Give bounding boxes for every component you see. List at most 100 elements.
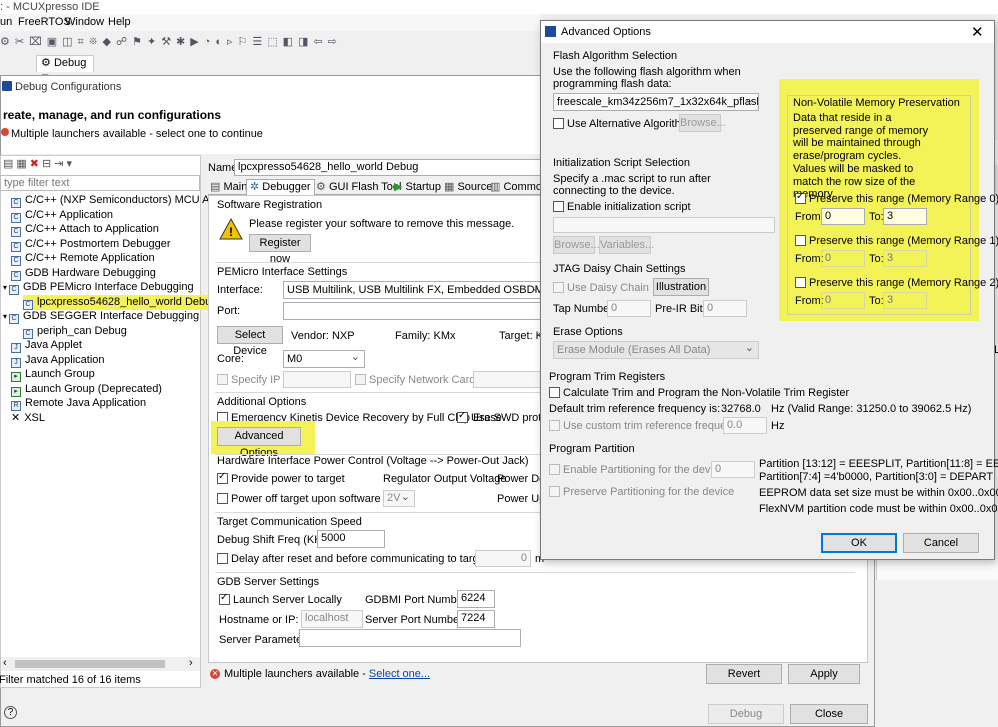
revert-button[interactable]: Revert: [706, 664, 782, 684]
partition-field[interactable]: 0: [711, 461, 755, 478]
ip-field[interactable]: [283, 371, 351, 388]
help-icon[interactable]: ?: [4, 706, 17, 719]
specify-ip-checkbox[interactable]: Specify IP: [217, 374, 281, 386]
tree-item-periph-can[interactable]: Cperiph_can Debug: [23, 324, 127, 339]
range1-to-field[interactable]: 3: [883, 250, 927, 267]
gdbmi-port-field[interactable]: 6224: [457, 590, 495, 608]
illustration-button[interactable]: Illustration: [653, 278, 709, 296]
range0-from-field[interactable]: 0: [821, 208, 865, 225]
power-off-checkbox[interactable]: Power off target upon software exit: [217, 493, 401, 505]
register-now-button[interactable]: Register now: [249, 234, 311, 265]
debug-tab-icon: ⚙: [41, 57, 51, 69]
tab-startup[interactable]: ▶ Startup: [394, 180, 441, 193]
chevron-down-icon[interactable]: ▾: [3, 283, 7, 292]
range1-checkbox[interactable]: Preserve this range (Memory Range 1): [795, 235, 998, 247]
delay-field[interactable]: 0: [475, 550, 531, 567]
variables-button[interactable]: Variables...: [599, 236, 654, 254]
debug-button[interactable]: Debug: [708, 704, 784, 724]
filter-input[interactable]: type filter text: [0, 175, 200, 191]
range1-from-field[interactable]: 0: [821, 250, 865, 267]
toolbar-icons[interactable]: ⚙✂⌧▣◫⌗⛯◆☍⚑✦⚒✱▶◔◐▹⚐☰⬚◧◨⇦⇨: [0, 36, 342, 48]
chevron-down-icon[interactable]: ▾: [3, 312, 7, 321]
range0-checkbox[interactable]: Preserve this range (Memory Range 0): [795, 191, 998, 205]
preserve-partition-checkbox[interactable]: Preserve Partitioning for the device: [549, 486, 734, 498]
use-swd-checkbox[interactable]: Use SWD protoco: [457, 412, 545, 424]
tree-item-gdb-pemicro[interactable]: ▾ C GDB PEMicro Interface Debugging: [3, 280, 194, 295]
horizontal-scrollbar[interactable]: ‹ ›: [1, 657, 200, 671]
calc-trim-checkbox[interactable]: Calculate Trim and Program the Non-Volat…: [549, 387, 849, 399]
provide-power-checkbox[interactable]: Provide power to target: [217, 471, 345, 485]
launch-server-checkbox[interactable]: Launch Server Locally: [219, 592, 342, 606]
range0-to-field[interactable]: 3: [883, 208, 927, 225]
server-params-field[interactable]: [299, 629, 521, 647]
daisy-chain-checkbox[interactable]: Use Daisy Chain: [553, 282, 649, 294]
flash-algorithm-select[interactable]: freescale_km34z256m7_1x32x64k_pflash.arp: [553, 93, 759, 111]
dialog-heading: reate, manage, and run configurations: [3, 108, 222, 122]
tree-item-gdb-hardware[interactable]: C GDB Hardware Debugging: [11, 266, 156, 281]
freq-field[interactable]: 5000: [317, 530, 385, 548]
enable-partition-checkbox[interactable]: Enable Partitioning for the device: [549, 464, 724, 476]
tree-item-hello-world-debug[interactable]: Clpcxpresso54628_hello_world Debug: [23, 295, 222, 310]
network-card-field[interactable]: [473, 371, 545, 388]
advanced-options-button[interactable]: Advanced Options: [217, 427, 301, 459]
tab-source[interactable]: ▦ Source: [444, 180, 492, 193]
voltage-select[interactable]: 2V: [383, 490, 415, 507]
tree-toolbar[interactable]: ▤▦✖⊟⇥▾: [3, 157, 75, 170]
erase-select[interactable]: Erase Module (Erases All Data): [553, 341, 759, 359]
tree-item-cpp-postmortem[interactable]: C C/C++ Postmortem Debugger: [11, 237, 171, 252]
tree-item-nxp-mcu[interactable]: C C/C++ (NXP Semiconductors) MCU Applic: [11, 193, 232, 208]
interface-select[interactable]: USB Multilink, USB Multilink FX, Embedde…: [283, 281, 545, 299]
range2-to-field[interactable]: 3: [883, 292, 927, 309]
cancel-button[interactable]: Cancel: [903, 533, 979, 553]
scroll-thumb[interactable]: [15, 660, 165, 668]
menu-help[interactable]: Help: [108, 16, 131, 28]
dialog-subtitle: Multiple launchers available - select on…: [11, 128, 263, 140]
specify-network-card-checkbox[interactable]: Specify Network Card IP: [355, 374, 489, 386]
range0-from-label: From:: [795, 211, 824, 223]
tab-debugger[interactable]: ✲ Debugger: [246, 179, 315, 195]
select-one-link[interactable]: Select one...: [369, 668, 430, 680]
tree-item-launch-group-deprecated[interactable]: ▸ Launch Group (Deprecated): [11, 382, 162, 397]
range2-checkbox[interactable]: Preserve this range (Memory Range 2): [795, 277, 998, 289]
scroll-right-icon[interactable]: ›: [189, 657, 193, 669]
custom-trim-field[interactable]: 0.0: [723, 417, 767, 434]
tree-item-gdb-segger[interactable]: ▾ C GDB SEGGER Interface Debugging: [3, 309, 199, 324]
tree-item-java-app[interactable]: J Java Application: [11, 353, 105, 368]
tree-item-xsl[interactable]: ✕ XSL: [11, 411, 45, 426]
ide-titlebar: [0, 0, 998, 14]
tree-item-java-applet[interactable]: J Java Applet: [11, 338, 82, 353]
tree-item-cpp-remote[interactable]: C C/C++ Remote Application: [11, 251, 155, 266]
tab-gui-flash-tool[interactable]: ⚙ GUI Flash Tool: [316, 180, 402, 193]
enable-init-checkbox[interactable]: Enable initialization script: [553, 201, 691, 213]
init-script-field[interactable]: [553, 217, 775, 233]
host-field[interactable]: localhost: [301, 610, 363, 628]
tap-field[interactable]: 0: [607, 300, 651, 317]
delay-checkbox[interactable]: Delay after reset and before communicati…: [217, 553, 504, 565]
preir-field[interactable]: 0: [703, 300, 747, 317]
menu-window[interactable]: Window: [65, 16, 104, 28]
port-select[interactable]: [283, 302, 545, 320]
advanced-titlebar: Advanced Options ✕: [541, 21, 994, 43]
scroll-left-icon[interactable]: ‹: [3, 657, 7, 669]
alt-algorithm-checkbox[interactable]: Use Alternative Algorithm: [553, 118, 690, 130]
flash-browse-button[interactable]: Browse...: [679, 114, 726, 132]
close-button[interactable]: Close: [790, 704, 868, 724]
init-browse-button[interactable]: Browse...: [553, 236, 600, 254]
menu-run[interactable]: un: [0, 16, 12, 28]
name-field[interactable]: lpcxpresso54628_hello_world Debug: [234, 159, 554, 176]
tree-item-remote-java[interactable]: R Remote Java Application: [11, 396, 146, 411]
custom-trim-checkbox[interactable]: Use custom trim reference frequency:: [549, 420, 746, 432]
close-icon[interactable]: ✕: [971, 23, 984, 41]
debug-perspective-tab[interactable]: ⚙ Debug ☒: [36, 55, 94, 83]
server-port-field[interactable]: 7224: [457, 610, 495, 628]
tree-item-cpp-attach[interactable]: C C/C++ Attach to Application: [11, 222, 159, 237]
tree-item-launch-group[interactable]: ▸ Launch Group: [11, 367, 95, 382]
tab-main[interactable]: ▤ Main: [210, 180, 247, 193]
ok-button[interactable]: OK: [821, 533, 897, 553]
select-device-button[interactable]: Select Device: [217, 326, 283, 357]
range2-from-field[interactable]: 0: [821, 292, 865, 309]
tree-item-cpp-app[interactable]: C C/C++ Application: [11, 208, 113, 223]
apply-button[interactable]: Apply: [788, 664, 860, 684]
core-select[interactable]: M0: [283, 350, 365, 368]
menu-freertos[interactable]: FreeRTOS: [18, 16, 71, 28]
